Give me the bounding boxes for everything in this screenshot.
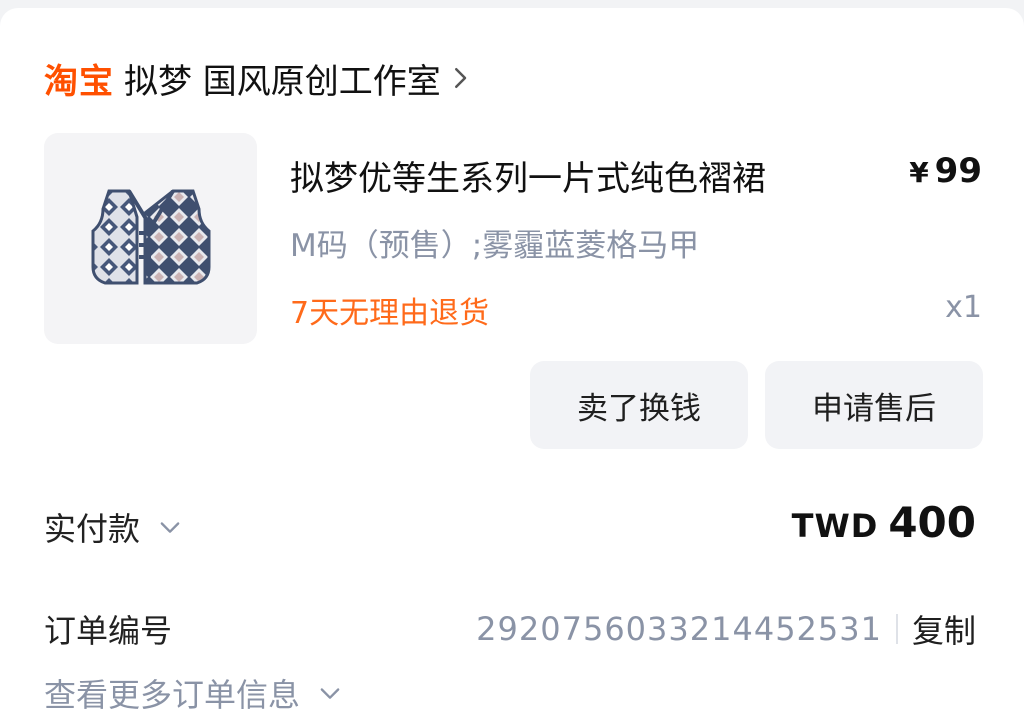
payment-currency: TWD (791, 507, 879, 545)
order-number: 2920756033214452531 (476, 610, 882, 648)
product-price: ¥99 (909, 151, 982, 191)
product-thumbnail[interactable] (44, 133, 257, 344)
return-policy-badge: 7天无理由退货 (290, 296, 490, 331)
resell-button[interactable]: 卖了换钱 (530, 361, 748, 449)
chevron-right-icon[interactable] (445, 63, 475, 93)
payment-amount: TWD 400 (792, 498, 976, 547)
order-number-row: 2920756033214452531 复制 (476, 606, 976, 652)
order-number-label: 订单编号 (44, 612, 173, 650)
taobao-logo: 淘宝 (44, 61, 114, 102)
currency-symbol: ¥ (909, 156, 929, 189)
quantity: x1 (945, 290, 982, 325)
payment-value: 400 (888, 498, 976, 547)
product-title[interactable]: 拟梦优等生系列一片式纯色褶裙 (290, 151, 766, 200)
price-value: 99 (934, 151, 982, 191)
payment-toggle[interactable]: 实付款 (44, 504, 184, 550)
more-order-info-toggle[interactable]: 查看更多订单信息 (44, 670, 344, 716)
payment-label: 实付款 (44, 510, 141, 548)
product-sku: M码（预售）;雾霾蓝菱格马甲 (290, 228, 700, 264)
store-name[interactable]: 拟梦 国风原创工作室 (124, 54, 441, 103)
order-card: 淘宝 拟梦 国风原创工作室 拟梦优等生系列一片式纯色褶裙 ¥ 99 M码（预售）… (0, 8, 1024, 727)
more-order-info-label: 查看更多订单信息 (44, 676, 301, 714)
copy-button[interactable]: 复制 (912, 606, 976, 652)
store-header[interactable]: 淘宝 拟梦 国风原创工作室 (44, 54, 475, 103)
chevron-down-icon (160, 522, 180, 533)
argyle-vest-icon (91, 189, 210, 284)
after-sale-button[interactable]: 申请售后 (765, 361, 983, 449)
chevron-down-icon (320, 688, 340, 699)
divider (895, 614, 898, 644)
